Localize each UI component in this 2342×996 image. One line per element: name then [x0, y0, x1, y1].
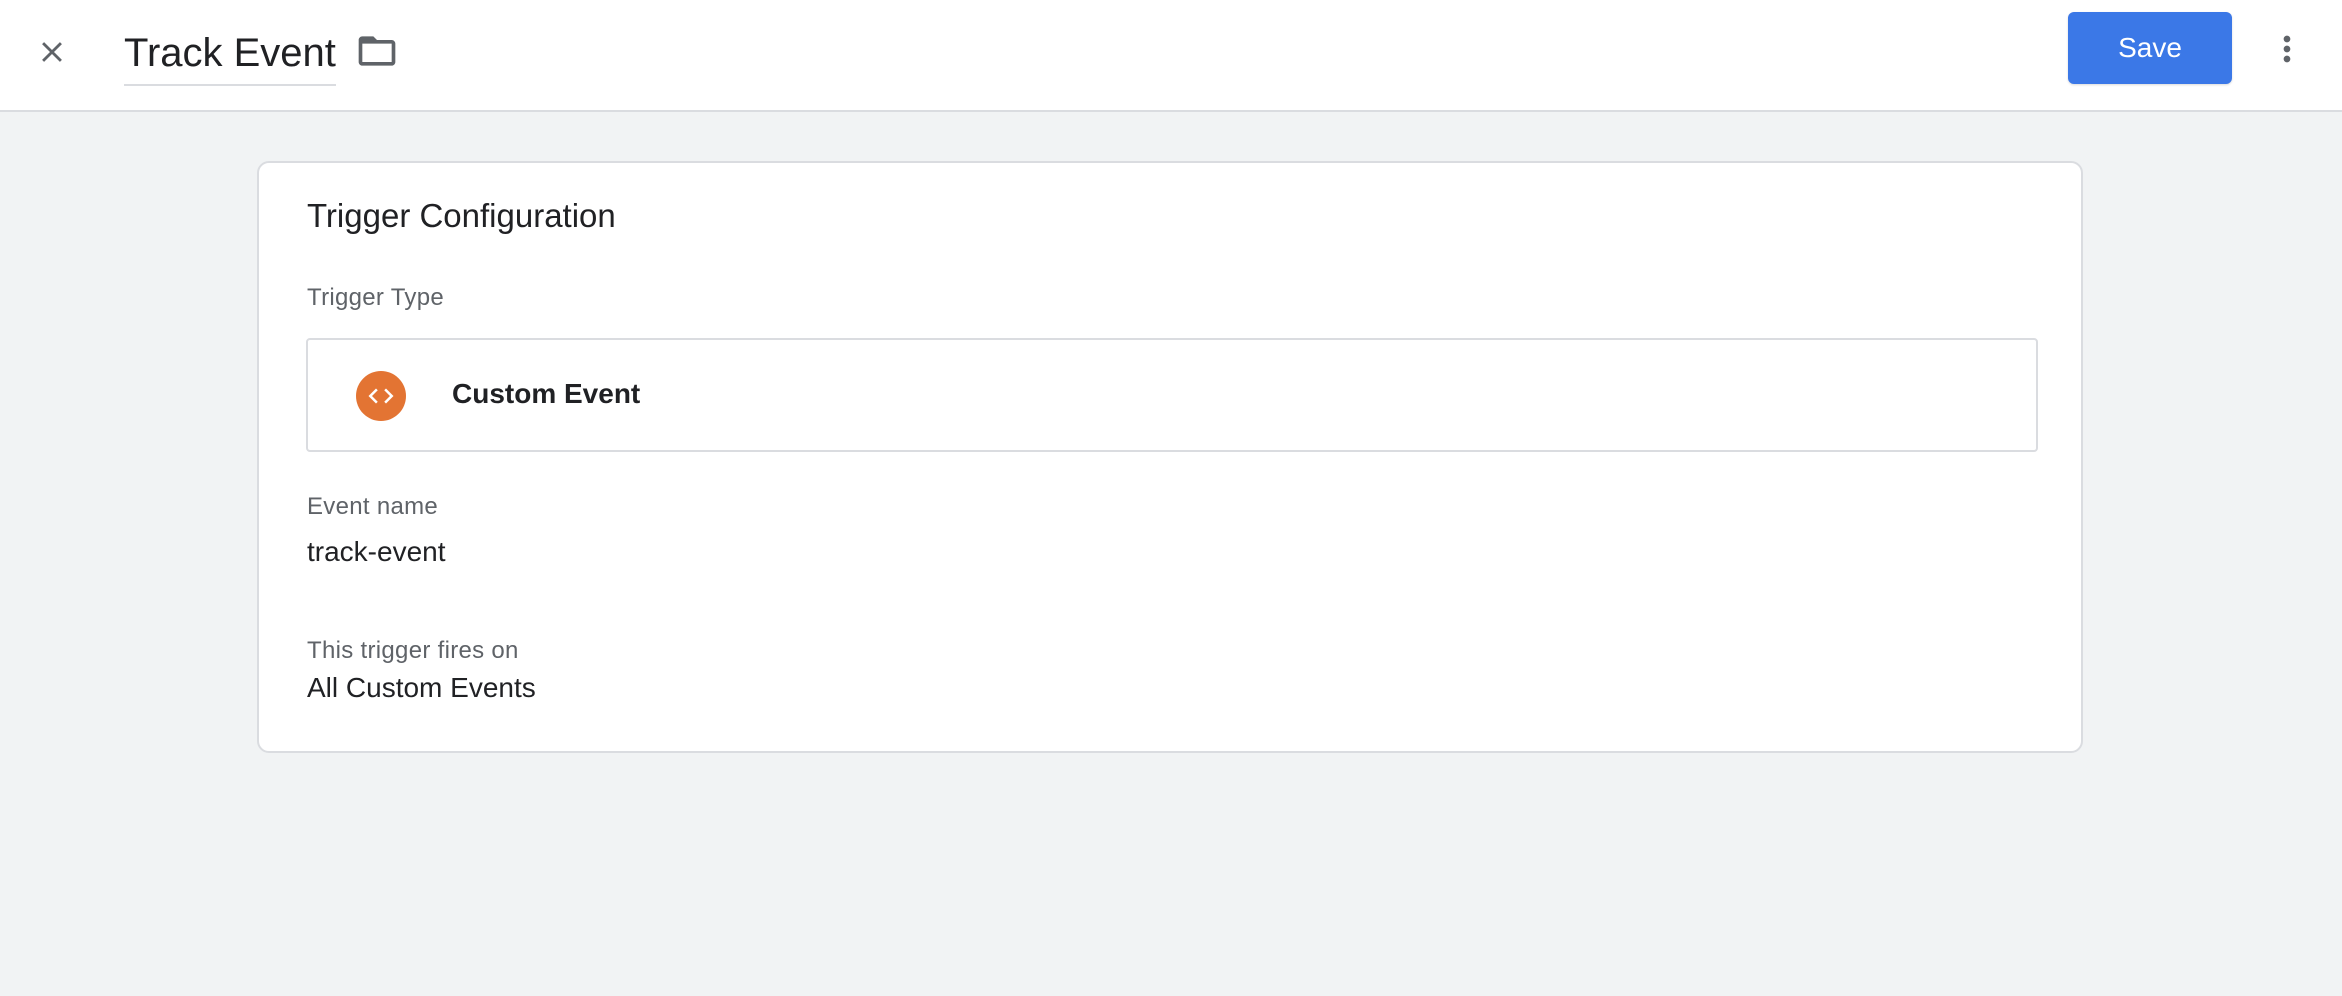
trigger-configuration-card[interactable]: Trigger Configuration Trigger Type Custo… — [257, 161, 2083, 753]
fires-on-label: This trigger fires on — [307, 637, 519, 664]
top-bar: Track Event Save — [0, 0, 2342, 112]
save-button[interactable]: Save — [2068, 12, 2232, 84]
event-name-label: Event name — [307, 493, 439, 520]
more-vert-icon — [2283, 35, 2291, 63]
save-button-label: Save — [2118, 32, 2182, 63]
card-title: Trigger Configuration — [307, 197, 616, 234]
page-title: Track Event — [124, 31, 336, 75]
trigger-type-name: Custom Event — [452, 378, 641, 409]
folder-button[interactable] — [350, 24, 404, 78]
close-icon — [42, 42, 62, 62]
trigger-type-selector[interactable]: Custom Event — [306, 338, 2038, 452]
close-button[interactable] — [22, 22, 82, 82]
custom-event-type-icon — [356, 371, 406, 421]
folder-icon — [358, 36, 396, 66]
code-icon — [368, 388, 394, 404]
trigger-type-label: Trigger Type — [307, 284, 444, 311]
event-name-value: track-event — [307, 536, 446, 567]
title-field[interactable]: Track Event — [124, 22, 336, 86]
more-options-button[interactable] — [2262, 18, 2312, 80]
fires-on-value: All Custom Events — [307, 672, 536, 703]
